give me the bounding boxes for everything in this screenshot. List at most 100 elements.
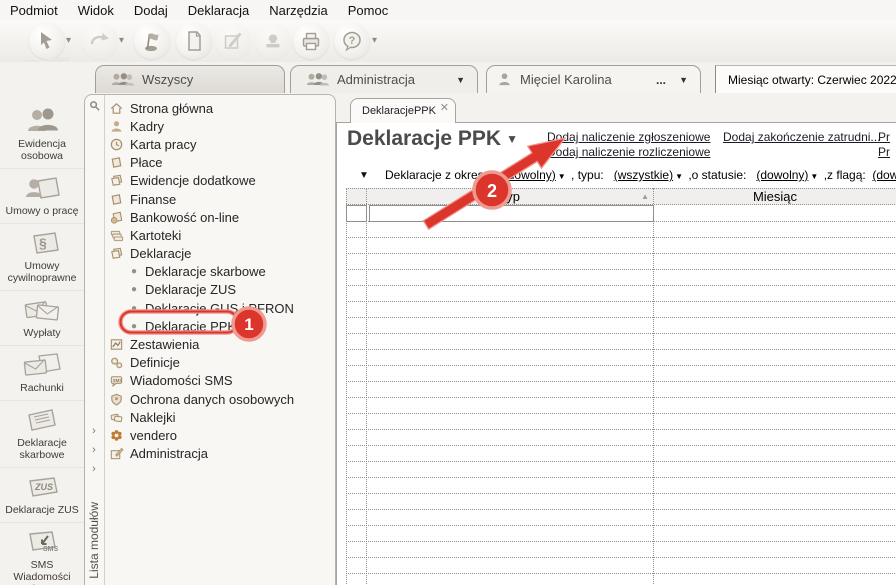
chevron-down-icon[interactable]: ▼ (679, 75, 688, 85)
tree-item-naklejki[interactable]: Naklejki (107, 408, 335, 426)
filter-period-value[interactable]: (dowolny) (504, 168, 556, 182)
tree-item-label: Deklaracje skarbowe (145, 264, 266, 280)
workspace-tab-label: Wszyscy (142, 72, 194, 87)
tree-item-label: Deklaracje GUS i PFRON (145, 300, 294, 316)
chevron-right-icons: › › › (92, 425, 96, 475)
sort-icon: ▲ (641, 192, 649, 201)
filter-status-value[interactable]: (dowolny) (756, 168, 808, 182)
document-tab-deklaracjeppk[interactable]: DeklaracjePPK ✕ (350, 98, 456, 123)
more-button[interactable]: ... (656, 73, 666, 87)
help-icon[interactable] (334, 23, 370, 59)
link-clipped-right-1[interactable]: Pr (878, 130, 890, 144)
printer-icon[interactable] (293, 23, 329, 59)
link-dodaj-zakonczenie-zatrudnienia[interactable]: Dodaj zakończenie zatrudni... (723, 130, 880, 144)
tree-item-label: Wiadomości SMS (130, 373, 233, 389)
table-selected-row[interactable] (346, 205, 896, 222)
sidebar-item-umowy-cywilnoprawne[interactable]: Umowy cywilnoprawne (0, 224, 84, 291)
table-row (346, 478, 896, 494)
pin-icon[interactable] (88, 100, 101, 113)
selected-cell (346, 205, 367, 222)
table-row (346, 446, 896, 462)
tree-item-label: Kartoteki (130, 227, 182, 243)
sms-document-icon (22, 528, 62, 556)
dropdown-caret-icon[interactable]: ▾ (66, 35, 71, 46)
flag-icon[interactable] (134, 23, 170, 59)
table-header-miesiac[interactable]: Miesiąc (653, 189, 896, 204)
sidebar-item-label: Wypłaty (23, 327, 61, 339)
sidebar-item-deklaracje-zus[interactable]: Deklaracje ZUS (0, 468, 84, 523)
module-list-strip[interactable]: › › › Lista modułów (85, 95, 105, 585)
month-status: Miesiąc otwarty: Czerwiec 2022 r. (715, 65, 896, 93)
table-row (346, 222, 896, 238)
tree-item-administracja[interactable]: Administracja (107, 445, 335, 463)
menu-dodaj[interactable]: Dodaj (124, 2, 178, 19)
tree-item-definicje[interactable]: Definicje (107, 354, 335, 372)
bullet-icon: ● (131, 284, 138, 296)
filter-flag-value[interactable]: (dowolna) (872, 168, 896, 182)
menu-widok[interactable]: Widok (68, 2, 124, 19)
group-icon (110, 72, 134, 87)
chart-icon (109, 337, 124, 352)
tree-item-zestawienia[interactable]: Zestawienia (107, 335, 335, 353)
sidebar-item-label: Deklaracje ZUS (5, 504, 79, 516)
people-icon (22, 107, 62, 135)
person-document-icon (22, 174, 62, 202)
link-dodaj-naliczenie-rozliczeniowe[interactable]: Dodaj naliczenie rozliczeniowe (547, 145, 710, 159)
person-icon (109, 119, 124, 134)
chevron-down-icon[interactable]: ▼ (456, 75, 465, 85)
paragraph-document-icon (22, 229, 62, 257)
chevron-down-icon[interactable]: ▼ (810, 172, 818, 181)
sidebar-item-deklaracje-skarbowe[interactable]: Deklaracje skarbowe (0, 401, 84, 468)
card-stack-icon (109, 228, 124, 243)
new-page-icon[interactable] (176, 23, 212, 59)
tree-item-deklaracje-zus[interactable]: ● Deklaracje ZUS (107, 281, 335, 299)
tree-item-label: Strona główna (130, 100, 214, 116)
table-header-selector[interactable] (346, 189, 366, 204)
table-row (346, 462, 896, 478)
tree-item-wiadomosci-sms[interactable]: Wiadomości SMS (107, 372, 335, 390)
tree-item-deklaracje-skarbowe[interactable]: ● Deklaracje skarbowe (107, 263, 335, 281)
link-clipped-right-2[interactable]: Pr (878, 145, 890, 159)
dropdown-caret-icon[interactable]: ▾ (372, 35, 377, 46)
sidebar-item-rachunki[interactable]: Rachunki (0, 346, 84, 401)
tree-item-ochrona-danych-osobowych[interactable]: Ochrona danych osobowych (107, 390, 335, 408)
tree-item-deklaracje-gus-i-pfron[interactable]: ● Deklaracje GUS i PFRON (107, 299, 335, 317)
tree-item-ewidencje-dodatkowe[interactable]: Ewidencje dodatkowe (107, 172, 335, 190)
menu-narzedzia[interactable]: Narzędzia (259, 2, 338, 19)
filter-dropdown-icon[interactable]: ▼ (359, 170, 369, 181)
tree-item-kadry[interactable]: Kadry (107, 117, 335, 135)
close-icon[interactable]: ✕ (440, 101, 449, 114)
document-tab-label: DeklaracjePPK (362, 105, 436, 117)
page-title[interactable]: Deklaracje PPK ▼ (347, 127, 518, 151)
chevron-down-icon[interactable]: ▼ (558, 172, 566, 181)
tree-item-strona-glowna[interactable]: Strona główna (107, 99, 335, 117)
menu-podmiot[interactable]: Podmiot (0, 2, 68, 19)
tree-item-finanse[interactable]: Finanse (107, 190, 335, 208)
filter-row: ▼ Deklaracje z okresu: (dowolny) ▼ , typu… (337, 167, 896, 185)
tree-item-deklaracje-ppk[interactable]: ● Deklaracje PPK (107, 317, 335, 335)
stamp-icon (255, 23, 291, 59)
table-row (346, 414, 896, 430)
sidebar-item-ewidencja-osobowa[interactable]: Ewidencja osobowa (0, 102, 84, 169)
tree-item-vendero[interactable]: vendero (107, 426, 335, 444)
sidebar-item-sms-wiadomosci-robocze[interactable]: SMS Wiadomości robocze (0, 523, 84, 585)
link-dodaj-naliczenie-zgloszeniowe[interactable]: Dodaj naliczenie zgłoszeniowe (547, 130, 710, 144)
table-header-typ[interactable]: Typ ▲ (366, 189, 653, 204)
sidebar-item-umowy-o-prace[interactable]: Umowy o pracę (0, 169, 84, 224)
filter-type-value[interactable]: (wszystkie) (614, 168, 673, 182)
workspace-tab-miecel-karolina[interactable]: Mięciel Karolina ... ▼ (486, 65, 701, 93)
tree-item-deklaracje[interactable]: Deklaracje (107, 245, 335, 263)
chevron-down-icon[interactable]: ▼ (675, 172, 683, 181)
workspace-tab-wszyscy[interactable]: Wszyscy (95, 65, 285, 93)
tree-item-bankowosc-on-line[interactable]: Bankowość on-line (107, 208, 335, 226)
menu-pomoc[interactable]: Pomoc (338, 2, 398, 19)
workspace-tab-administracja[interactable]: Administracja ▼ (290, 65, 478, 93)
menu-deklaracja[interactable]: Deklaracja (178, 2, 259, 19)
tree-item-karta-pracy[interactable]: Karta pracy (107, 135, 335, 153)
tree-item-kartoteki[interactable]: Kartoteki (107, 226, 335, 244)
gears-icon (109, 355, 124, 370)
tree-item-label: Deklaracje (130, 246, 192, 262)
sidebar-item-wyplaty[interactable]: Wypłaty (0, 291, 84, 346)
tree-item-place[interactable]: Płace (107, 154, 335, 172)
zus-document-icon (22, 473, 62, 501)
